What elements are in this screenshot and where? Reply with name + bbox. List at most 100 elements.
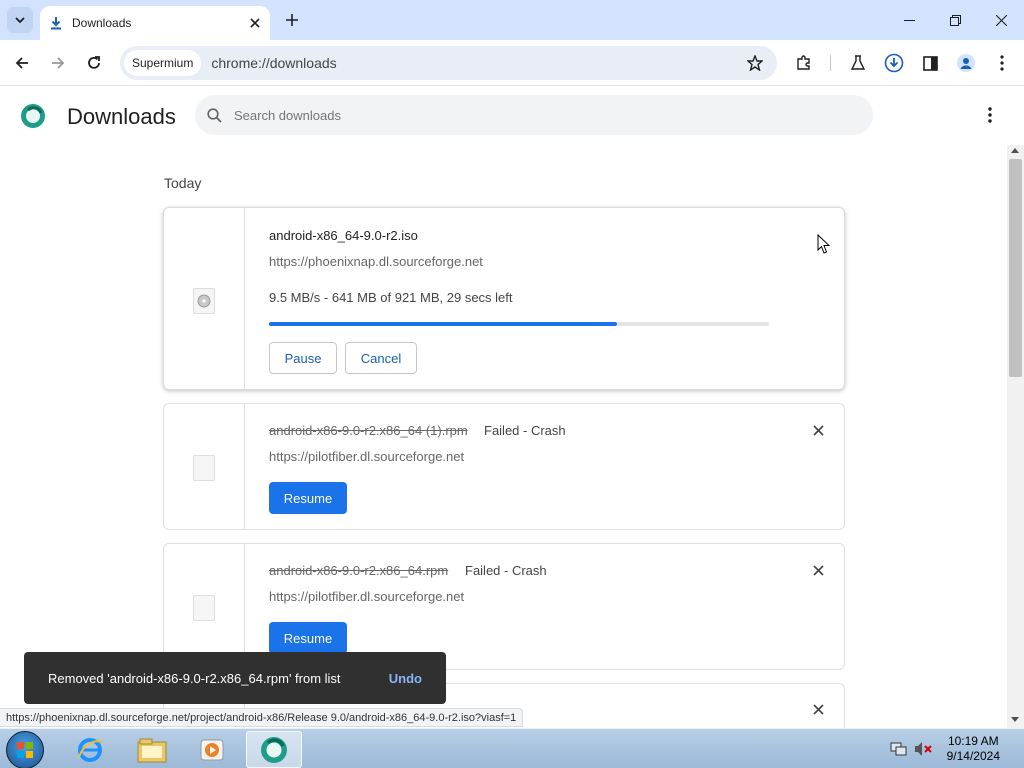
remove-item-button[interactable]	[810, 562, 826, 578]
close-icon	[995, 14, 1007, 26]
browser-menu-button[interactable]	[988, 49, 1016, 77]
remove-item-button[interactable]	[810, 701, 826, 717]
tab-title: Downloads	[72, 16, 132, 30]
volume-muted-icon[interactable]	[914, 741, 932, 757]
plus-icon	[286, 14, 298, 26]
mouse-cursor-icon	[817, 234, 831, 254]
search-input[interactable]	[234, 107, 834, 123]
tab-downloads[interactable]: Downloads	[40, 6, 270, 40]
more-vert-icon	[988, 107, 992, 123]
taskbar-internet-explorer[interactable]	[62, 731, 118, 768]
forward-button[interactable]	[44, 49, 72, 77]
new-tab-button[interactable]	[281, 9, 303, 31]
removed-toast: Removed 'android-x86-9.0-r2.x86_64.rpm' …	[24, 652, 446, 704]
system-tray: 10:19 AM 9/14/2024	[880, 729, 1024, 768]
toast-message: Removed 'android-x86-9.0-r2.x86_64.rpm' …	[48, 670, 341, 686]
file-icon-column	[164, 404, 245, 529]
cancel-button[interactable]: Cancel	[345, 342, 417, 374]
remove-item-button[interactable]	[810, 422, 826, 438]
clock-date: 9/14/2024	[946, 749, 1000, 763]
close-icon	[812, 564, 824, 576]
windows-taskbar: 10:19 AM 9/14/2024	[0, 728, 1024, 768]
supermium-logo-icon	[21, 104, 45, 128]
disc-image-icon	[193, 288, 215, 314]
resume-button[interactable]: Resume	[269, 622, 347, 654]
link-status-bar: https://phoenixnap.dl.sourceforge.net/pr…	[0, 708, 524, 727]
labs-button[interactable]	[844, 49, 872, 77]
tab-search-button[interactable]	[7, 7, 33, 33]
progress-bar-fill	[269, 322, 617, 326]
puzzle-icon	[797, 55, 810, 70]
download-circle-icon	[884, 53, 904, 73]
file-name[interactable]: android-x86-9.0-r2.x86_64.rpm	[269, 563, 448, 578]
supermium-icon	[261, 736, 287, 763]
flask-icon	[850, 55, 866, 70]
network-icon[interactable]	[890, 741, 908, 757]
pause-button[interactable]: Pause	[269, 342, 337, 374]
minimize-icon	[903, 19, 915, 21]
file-icon	[193, 595, 215, 621]
downloads-menu-button[interactable]	[978, 103, 1002, 127]
file-source-url[interactable]: https://pilotfiber.dl.sourceforge.net	[269, 589, 464, 604]
start-button[interactable]	[6, 731, 44, 768]
undo-button[interactable]: Undo	[389, 671, 422, 686]
taskbar-supermium[interactable]	[246, 731, 302, 768]
file-icon-column	[164, 544, 245, 669]
progress-bar	[269, 322, 769, 326]
folder-icon	[137, 738, 167, 762]
downloads-button[interactable]	[880, 49, 908, 77]
clock-time: 10:19 AM	[947, 734, 999, 748]
profile-button[interactable]	[952, 49, 980, 77]
taskbar-file-explorer[interactable]	[124, 731, 180, 768]
search-box[interactable]	[195, 95, 873, 135]
close-window-button[interactable]	[978, 0, 1024, 40]
arrow-left-icon	[15, 57, 28, 69]
download-item: android-x86-9.0-r2.x86_64.rpm Failed - C…	[163, 543, 845, 670]
download-item: android-x86-9.0-r2.x86_64 (1).rpm Failed…	[163, 403, 845, 530]
file-icon	[193, 455, 215, 481]
download-status: Failed - Crash	[484, 423, 566, 438]
scroll-down-icon[interactable]	[1011, 717, 1019, 722]
extensions-button[interactable]	[790, 49, 818, 77]
scroll-up-icon[interactable]	[1011, 148, 1019, 153]
internet-explorer-icon	[78, 737, 103, 762]
title-bar: Downloads	[0, 0, 1024, 40]
side-panel-icon	[922, 55, 938, 71]
page-scrollbar[interactable]	[1007, 145, 1024, 728]
download-status: Failed - Crash	[465, 563, 547, 578]
star-icon[interactable]	[747, 55, 763, 71]
taskbar-clock[interactable]: 10:19 AM 9/14/2024	[947, 734, 1000, 764]
site-chip[interactable]: Supermium	[124, 50, 202, 76]
media-player-icon	[200, 739, 224, 760]
close-icon	[812, 424, 824, 436]
more-vert-icon	[1000, 55, 1004, 71]
back-button[interactable]	[8, 49, 36, 77]
close-icon	[812, 703, 824, 715]
page-title: Downloads	[67, 104, 176, 129]
restore-icon	[949, 14, 961, 26]
address-bar[interactable]: Supermium chrome://downloads	[120, 46, 777, 80]
download-item: android-x86_64-9.0-r2.iso https://phoeni…	[163, 207, 845, 390]
minimize-button[interactable]	[886, 0, 932, 40]
browser-toolbar: Supermium chrome://downloads	[0, 40, 1024, 86]
reload-button[interactable]	[80, 49, 108, 77]
side-panel-button[interactable]	[916, 49, 944, 77]
address-url[interactable]: chrome://downloads	[211, 55, 336, 71]
resume-button[interactable]: Resume	[269, 482, 347, 514]
date-section-label: Today	[164, 175, 202, 191]
close-icon[interactable]	[250, 18, 260, 28]
taskbar-media-player[interactable]	[184, 731, 240, 768]
search-icon	[207, 107, 222, 123]
downloads-header: Downloads	[0, 87, 1024, 145]
file-source-url[interactable]: https://pilotfiber.dl.sourceforge.net	[269, 449, 464, 464]
file-source-url[interactable]: https://phoenixnap.dl.sourceforge.net	[269, 254, 483, 269]
reload-icon	[88, 56, 100, 69]
file-name[interactable]: android-x86_64-9.0-r2.iso	[269, 228, 418, 243]
windows-logo-icon	[17, 742, 33, 758]
restore-button[interactable]	[932, 0, 978, 40]
progress-status: 9.5 MB/s - 641 MB of 921 MB, 29 secs lef…	[269, 290, 513, 305]
scroll-thumb[interactable]	[1009, 159, 1022, 377]
chevron-down-icon	[15, 17, 25, 24]
arrow-right-icon	[52, 57, 65, 69]
file-name[interactable]: android-x86-9.0-r2.x86_64 (1).rpm	[269, 423, 468, 438]
